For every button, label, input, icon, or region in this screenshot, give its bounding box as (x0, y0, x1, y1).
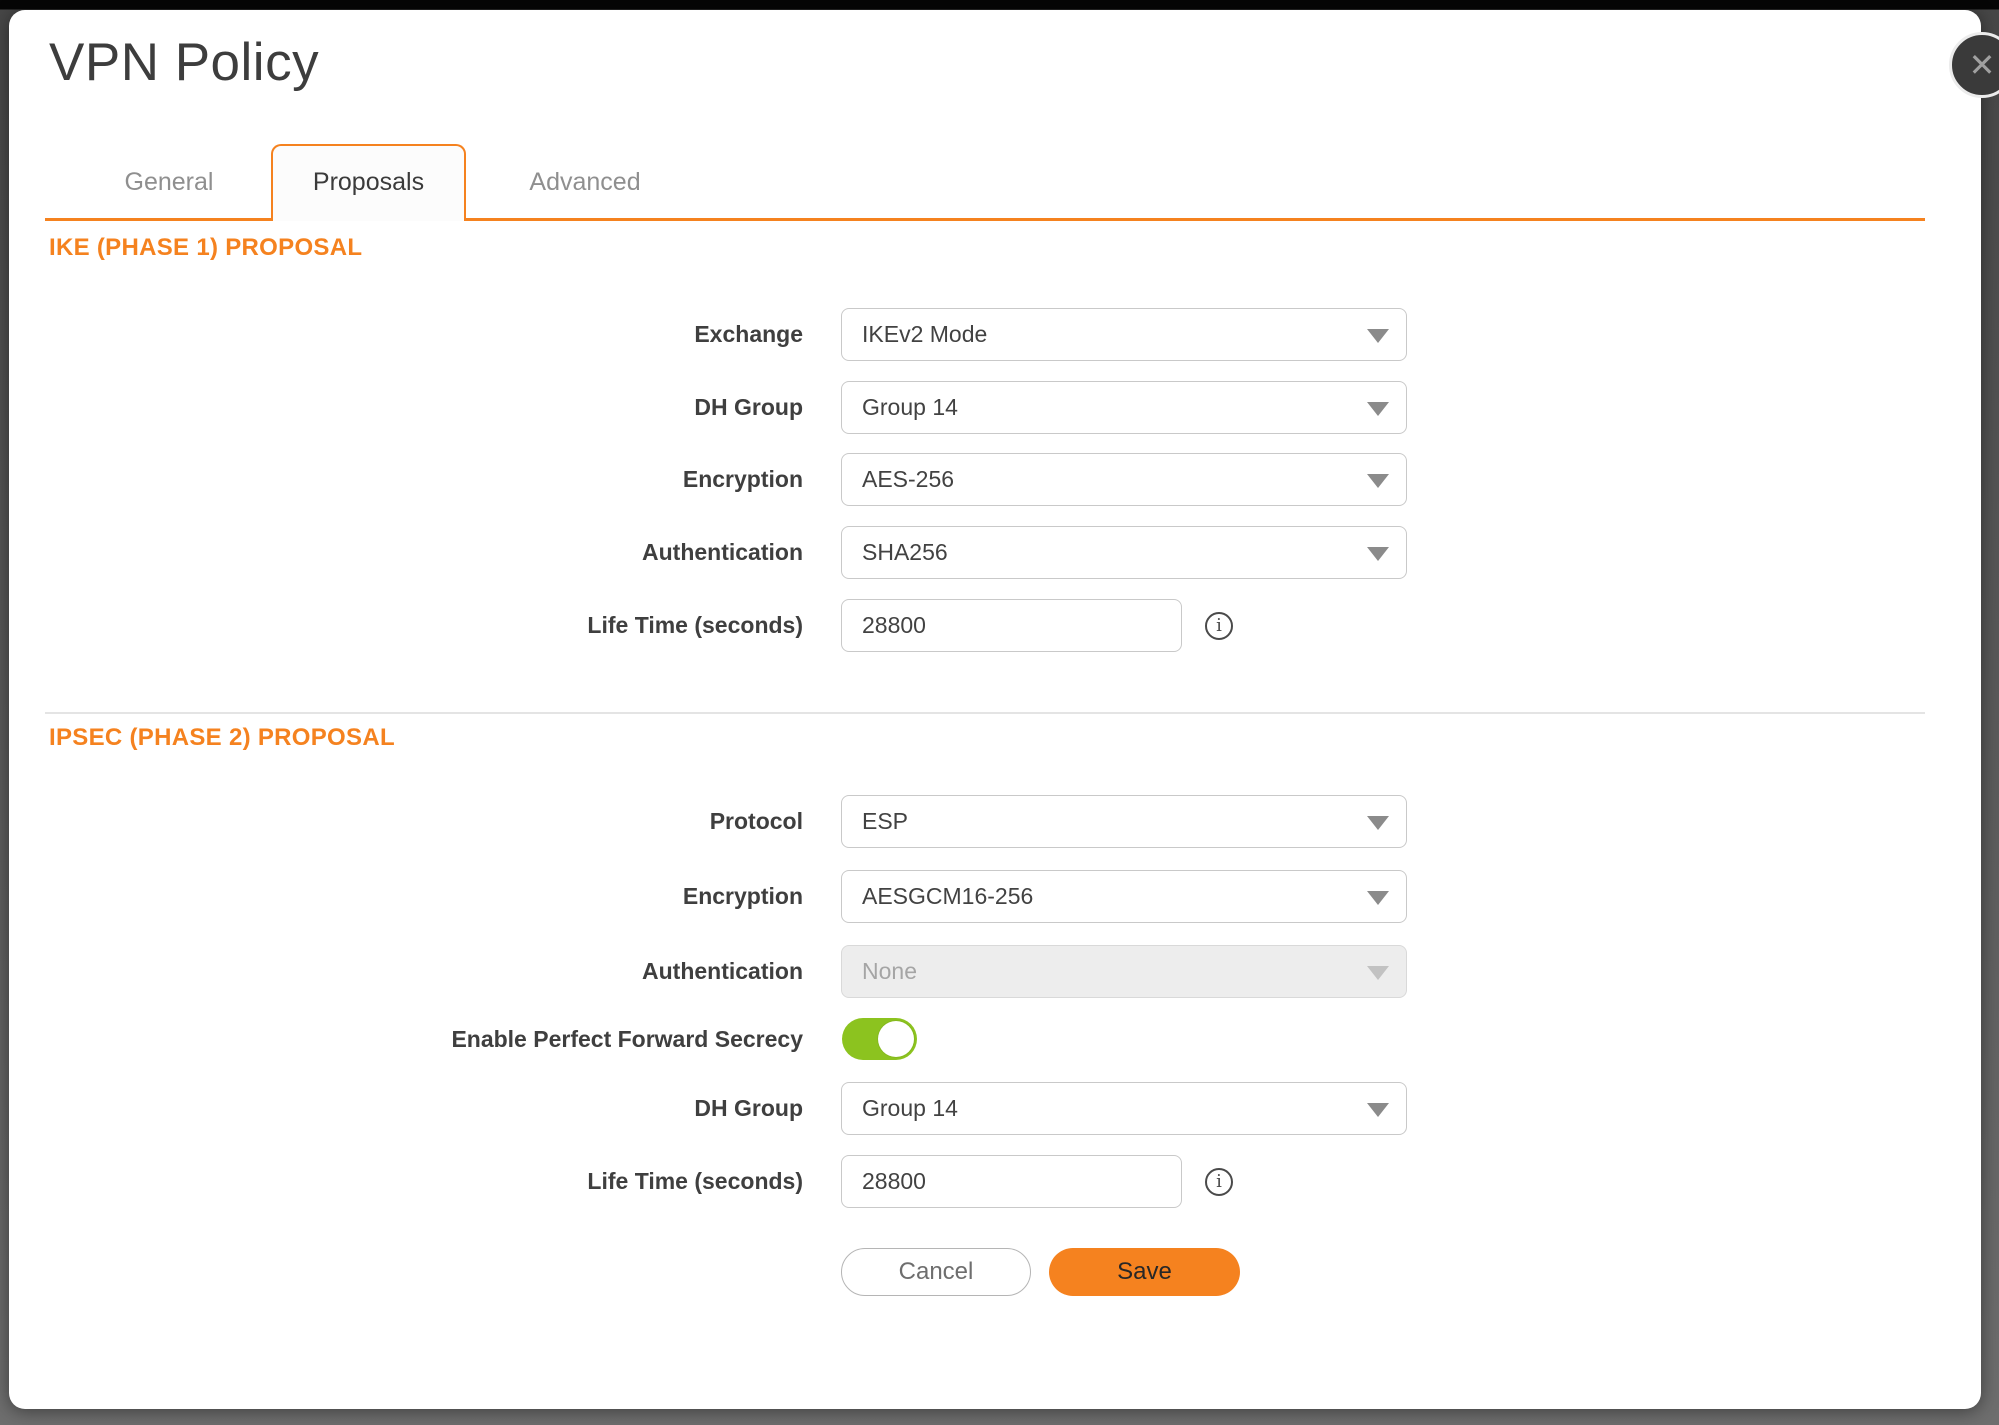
tab-proposals[interactable]: Proposals (271, 144, 466, 221)
action-buttons: Cancel Save (9, 1248, 1981, 1296)
ike-life-time-label: Life Time (seconds) (9, 599, 803, 652)
pfs-toggle-on[interactable] (842, 1018, 917, 1060)
ipsec-dh-group-select[interactable]: Group 14 (841, 1082, 1407, 1135)
ipsec-encryption-label: Encryption (9, 870, 803, 923)
chevron-down-icon (1367, 816, 1389, 830)
save-button[interactable]: Save (1049, 1248, 1240, 1296)
page-title: VPN Policy (49, 32, 319, 93)
exchange-label: Exchange (9, 308, 803, 361)
chevron-down-icon (1367, 966, 1389, 980)
ipsec-encryption-row: Encryption AESGCM16-256 (9, 870, 1981, 923)
ike-authentication-select[interactable]: SHA256 (841, 526, 1407, 579)
pfs-label: Enable Perfect Forward Secrecy (9, 1018, 803, 1060)
exchange-select-value: IKEv2 Mode (862, 321, 987, 348)
protocol-label: Protocol (9, 795, 803, 848)
ike-dh-group-select[interactable]: Group 14 (841, 381, 1407, 434)
protocol-select-value: ESP (862, 808, 908, 835)
chevron-down-icon (1367, 547, 1389, 561)
chevron-down-icon (1367, 891, 1389, 905)
ike-authentication-label: Authentication (9, 526, 803, 579)
ipsec-dh-group-label: DH Group (9, 1082, 803, 1135)
ike-authentication-select-value: SHA256 (862, 539, 948, 566)
ike-dh-group-label: DH Group (9, 381, 803, 434)
ike-encryption-row: Encryption AES-256 (9, 453, 1981, 506)
exchange-select[interactable]: IKEv2 Mode (841, 308, 1407, 361)
vpn-policy-dialog: VPN Policy General Proposals Advanced IK… (9, 10, 1981, 1409)
ike-dh-group-select-value: Group 14 (862, 394, 958, 421)
ipsec-life-time-input[interactable] (841, 1155, 1182, 1208)
cancel-button[interactable]: Cancel (841, 1248, 1031, 1296)
ike-life-time-input[interactable] (841, 599, 1182, 652)
ipsec-section-heading: IPSEC (PHASE 2) PROPOSAL (49, 724, 395, 752)
ipsec-encryption-select-value: AESGCM16-256 (862, 883, 1033, 910)
chevron-down-icon (1367, 1103, 1389, 1117)
close-icon: ✕ (1969, 49, 1996, 81)
section-divider (45, 712, 1925, 714)
ike-life-time-row: Life Time (seconds) i (9, 599, 1981, 652)
toggle-knob (878, 1021, 914, 1057)
info-icon[interactable]: i (1205, 612, 1233, 640)
ipsec-life-time-label: Life Time (seconds) (9, 1155, 803, 1208)
chevron-down-icon (1367, 474, 1389, 488)
exchange-row: Exchange IKEv2 Mode (9, 308, 1981, 361)
ipsec-authentication-select-disabled: None (841, 945, 1407, 998)
pfs-row: Enable Perfect Forward Secrecy (9, 1018, 1981, 1060)
tab-advanced[interactable]: Advanced (529, 144, 640, 221)
ike-section-heading: IKE (PHASE 1) PROPOSAL (49, 234, 362, 262)
ike-encryption-select-value: AES-256 (862, 466, 954, 493)
protocol-row: Protocol ESP (9, 795, 1981, 848)
tab-general[interactable]: General (125, 144, 214, 221)
ipsec-authentication-row: Authentication None (9, 945, 1981, 998)
ike-encryption-label: Encryption (9, 453, 803, 506)
ipsec-encryption-select[interactable]: AESGCM16-256 (841, 870, 1407, 923)
chevron-down-icon (1367, 329, 1389, 343)
ike-dh-group-row: DH Group Group 14 (9, 381, 1981, 434)
ipsec-life-time-row: Life Time (seconds) i (9, 1155, 1981, 1208)
chevron-down-icon (1367, 402, 1389, 416)
protocol-select[interactable]: ESP (841, 795, 1407, 848)
ipsec-authentication-select-value: None (862, 958, 917, 985)
info-icon[interactable]: i (1205, 1168, 1233, 1196)
ike-encryption-select[interactable]: AES-256 (841, 453, 1407, 506)
ipsec-dh-group-select-value: Group 14 (862, 1095, 958, 1122)
page-background: VPN Policy General Proposals Advanced IK… (0, 0, 1999, 1425)
ipsec-authentication-label: Authentication (9, 945, 803, 998)
ipsec-dh-group-row: DH Group Group 14 (9, 1082, 1981, 1135)
ike-authentication-row: Authentication SHA256 (9, 526, 1981, 579)
